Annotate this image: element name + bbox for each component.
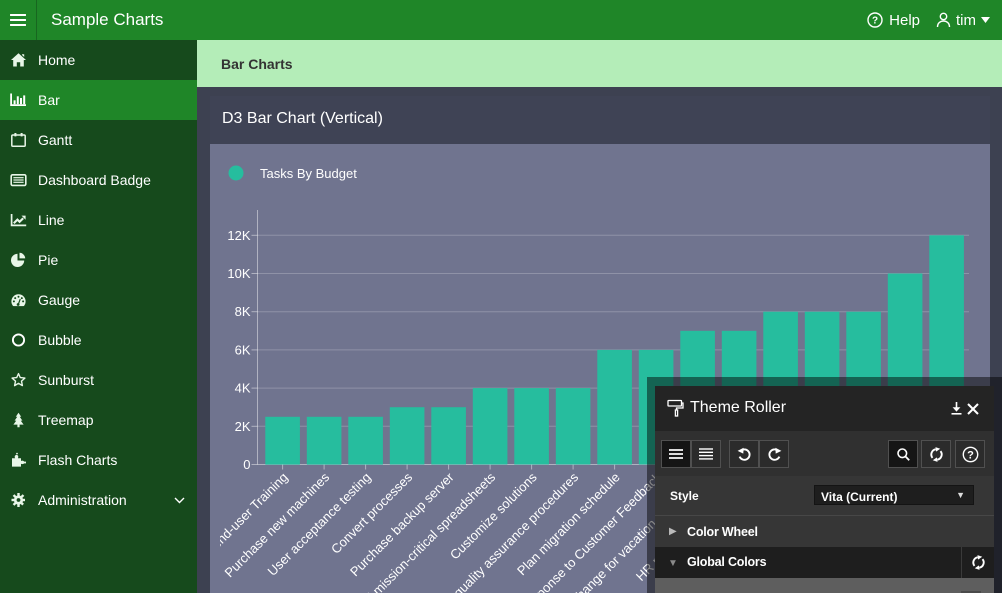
svg-text:?: ? <box>967 449 974 461</box>
svg-text:?: ? <box>872 16 878 27</box>
svg-text:6K: 6K <box>235 342 251 357</box>
svg-text:2K: 2K <box>235 419 251 434</box>
svg-text:10K: 10K <box>227 266 250 281</box>
svg-text:Tasks By Budget: Tasks By Budget <box>260 166 357 181</box>
svg-text:0: 0 <box>243 457 250 472</box>
svg-text:8K: 8K <box>235 304 251 319</box>
svg-text:4K: 4K <box>235 381 251 396</box>
svg-text:12K: 12K <box>227 228 250 243</box>
